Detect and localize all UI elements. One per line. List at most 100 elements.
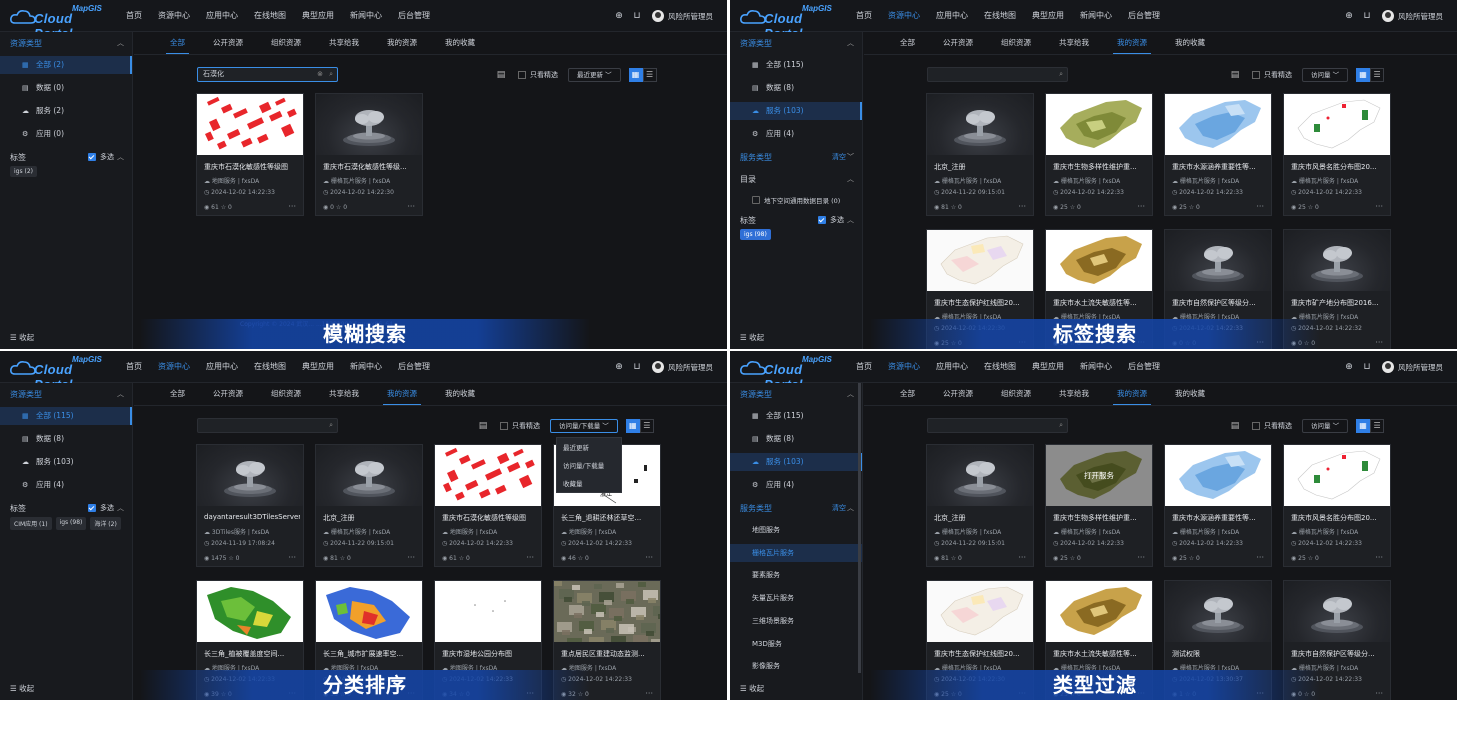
tab-item[interactable]: 我的资源	[383, 383, 421, 405]
card-title[interactable]: 重庆市水土流失敏感性等...	[1053, 649, 1149, 659]
avatar[interactable]	[1382, 361, 1394, 373]
grid-view-icon[interactable]: ▦	[1356, 68, 1371, 82]
nav-item[interactable]: 资源中心	[888, 351, 920, 383]
card-title[interactable]: 重庆市风景名胜分布图20...	[1291, 162, 1387, 172]
card-title[interactable]: 重庆市自然保护区等级分...	[1291, 649, 1387, 659]
nav-item[interactable]: 新闻中心	[350, 351, 382, 383]
card-title[interactable]: 重庆市生物多样性维护重...	[1053, 162, 1149, 172]
more-actions-icon[interactable]: ···	[1375, 553, 1383, 562]
tab-item[interactable]: 公开资源	[213, 32, 243, 54]
card-thumbnail[interactable]	[1165, 445, 1271, 506]
card-thumbnail[interactable]	[927, 230, 1033, 291]
star-icon[interactable]: ☆	[1068, 555, 1077, 562]
card-title[interactable]: 长三角_退耕还林还草空...	[561, 513, 657, 523]
resource-type-heading[interactable]: 资源类型	[740, 389, 772, 400]
chevron-up-icon[interactable]: ︿	[117, 503, 124, 513]
card-title[interactable]: 北京_注册	[934, 513, 1030, 523]
tag-chip[interactable]: CIM应用 (1)	[10, 517, 52, 530]
card-thumbnail[interactable]	[1046, 94, 1152, 155]
search-icon[interactable]: ⌕	[1059, 419, 1063, 432]
tab-item[interactable]: 全部	[900, 32, 915, 54]
service-type-option[interactable]: 要素服务	[730, 566, 862, 584]
star-icon[interactable]: ☆	[334, 204, 343, 211]
resource-app[interactable]: ⚙ 应用 (4)	[730, 125, 862, 143]
clear-icon[interactable]: ⊗	[317, 68, 323, 81]
card-title[interactable]: 重庆市石漠化敏感性等级图	[442, 513, 538, 523]
star-icon[interactable]: ☆	[457, 555, 466, 562]
clear-filter-link[interactable]: 清空	[832, 503, 846, 513]
shopping-bag-icon[interactable]: ⊔	[1362, 11, 1372, 21]
more-actions-icon[interactable]: ···	[1137, 553, 1145, 562]
card-thumbnail[interactable]	[316, 445, 422, 506]
card-thumbnail[interactable]	[316, 94, 422, 155]
featured-only-checkbox[interactable]	[1252, 422, 1260, 430]
card-title[interactable]: 重庆市石漠化敏感性等级...	[323, 162, 419, 172]
chevron-up-icon[interactable]: ︿	[117, 389, 124, 399]
list-view-icon[interactable]: ☰	[639, 419, 654, 433]
nav-item[interactable]: 资源中心	[158, 351, 190, 383]
resource-card[interactable]: 北京_注册 ☁ 栅格瓦片服务 | fxsDA ◷ 2024-11-22 09:15:…	[926, 444, 1034, 567]
tab-item[interactable]: 组织资源	[271, 383, 301, 405]
card-thumbnail[interactable]	[435, 445, 541, 506]
nav-item[interactable]: 新闻中心	[1080, 0, 1112, 32]
resource-app[interactable]: ⚙ 应用 (0)	[0, 125, 132, 143]
card-thumbnail[interactable]	[927, 581, 1033, 642]
globe-icon[interactable]: ⊕	[614, 11, 624, 21]
more-actions-icon[interactable]: ···	[407, 553, 415, 562]
nav-item[interactable]: 新闻中心	[350, 0, 382, 32]
nav-item[interactable]: 在线地图	[984, 351, 1016, 383]
card-thumbnail[interactable]	[316, 581, 422, 642]
card-thumbnail[interactable]	[1284, 94, 1390, 155]
portal-logo[interactable]: MapGISCloud Portal	[740, 4, 840, 41]
nav-item[interactable]: 典型应用	[302, 0, 334, 32]
more-actions-icon[interactable]: ···	[1375, 202, 1383, 211]
resource-app[interactable]: ⚙ 应用 (4)	[0, 476, 132, 494]
username-label[interactable]: 风险所管理员	[1398, 362, 1443, 373]
sort-option[interactable]: 最近更新	[557, 438, 621, 456]
star-icon[interactable]: ☆	[1306, 555, 1315, 562]
featured-only-checkbox[interactable]	[500, 422, 508, 430]
sidebar-collapse-button[interactable]: ☰ 收起	[740, 683, 764, 694]
shopping-bag-icon[interactable]: ⊔	[1362, 362, 1372, 372]
nav-item[interactable]: 在线地图	[254, 0, 286, 32]
star-icon[interactable]: ☆	[1187, 555, 1196, 562]
star-icon[interactable]: ☆	[1187, 204, 1196, 211]
service-type-option[interactable]: 栅格瓦片服务	[730, 543, 862, 562]
star-icon[interactable]: ☆	[219, 204, 228, 211]
featured-only-checkbox[interactable]	[1252, 71, 1260, 79]
star-icon[interactable]: ☆	[226, 555, 235, 562]
card-thumbnail[interactable]	[554, 581, 660, 642]
search-icon[interactable]: ⌕	[329, 419, 333, 432]
sort-select[interactable]: 最近更新 ﹀	[568, 68, 621, 82]
chevron-up-icon[interactable]: ︿	[117, 152, 124, 162]
resource-card[interactable]: 重庆市石漠化敏感性等级图 ☁ 地图服务 | fxsDA ◷ 2024-12-02 1…	[434, 444, 542, 567]
resource-card[interactable]: 重庆市风景名胜分布图20... ☁ 栅格瓦片服务 | fxsDA ◷ 2024-12…	[1283, 93, 1391, 216]
tab-item[interactable]: 共享给我	[329, 32, 359, 54]
star-icon[interactable]: ☆	[949, 204, 958, 211]
search-icon[interactable]: ⌕	[1059, 68, 1063, 81]
resource-data[interactable]: ▤ 数据 (8)	[730, 79, 862, 97]
resource-data[interactable]: ▤ 数据 (0)	[0, 79, 132, 97]
card-title[interactable]: 重庆市自然保护区等级分...	[1172, 298, 1268, 308]
nav-item[interactable]: 后台管理	[1128, 0, 1160, 32]
nav-item[interactable]: 典型应用	[1032, 0, 1064, 32]
list-view-icon[interactable]: ☰	[642, 68, 657, 82]
clear-filter-link[interactable]: 清空	[832, 152, 846, 162]
card-title[interactable]: 重庆市水源涵养重要性等...	[1172, 513, 1268, 523]
resource-app[interactable]: ⚙ 应用 (4)	[730, 476, 862, 494]
star-icon[interactable]: ☆	[1068, 204, 1077, 211]
filter-panel-icon[interactable]: ▤	[478, 421, 488, 431]
resource-card[interactable]: 重庆市风景名胜分布图20... ☁ 栅格瓦片服务 | fxsDA ◷ 2024-12…	[1283, 444, 1391, 567]
tab-item[interactable]: 组织资源	[271, 32, 301, 54]
resource-service[interactable]: ☁ 服务 (103)	[730, 102, 862, 120]
more-actions-icon[interactable]: ···	[1256, 553, 1264, 562]
more-actions-icon[interactable]: ···	[1256, 202, 1264, 211]
tag-chip[interactable]: igs (98)	[740, 229, 771, 240]
tab-item[interactable]: 公开资源	[943, 32, 973, 54]
search-input[interactable]: ⌕	[927, 418, 1068, 433]
nav-item[interactable]: 资源中心	[158, 0, 190, 32]
resource-all[interactable]: ▦ 全部 (115)	[0, 407, 132, 425]
nav-item[interactable]: 在线地图	[254, 351, 286, 383]
nav-item[interactable]: 首页	[856, 351, 872, 383]
service-type-option[interactable]: M3D服务	[730, 635, 862, 653]
